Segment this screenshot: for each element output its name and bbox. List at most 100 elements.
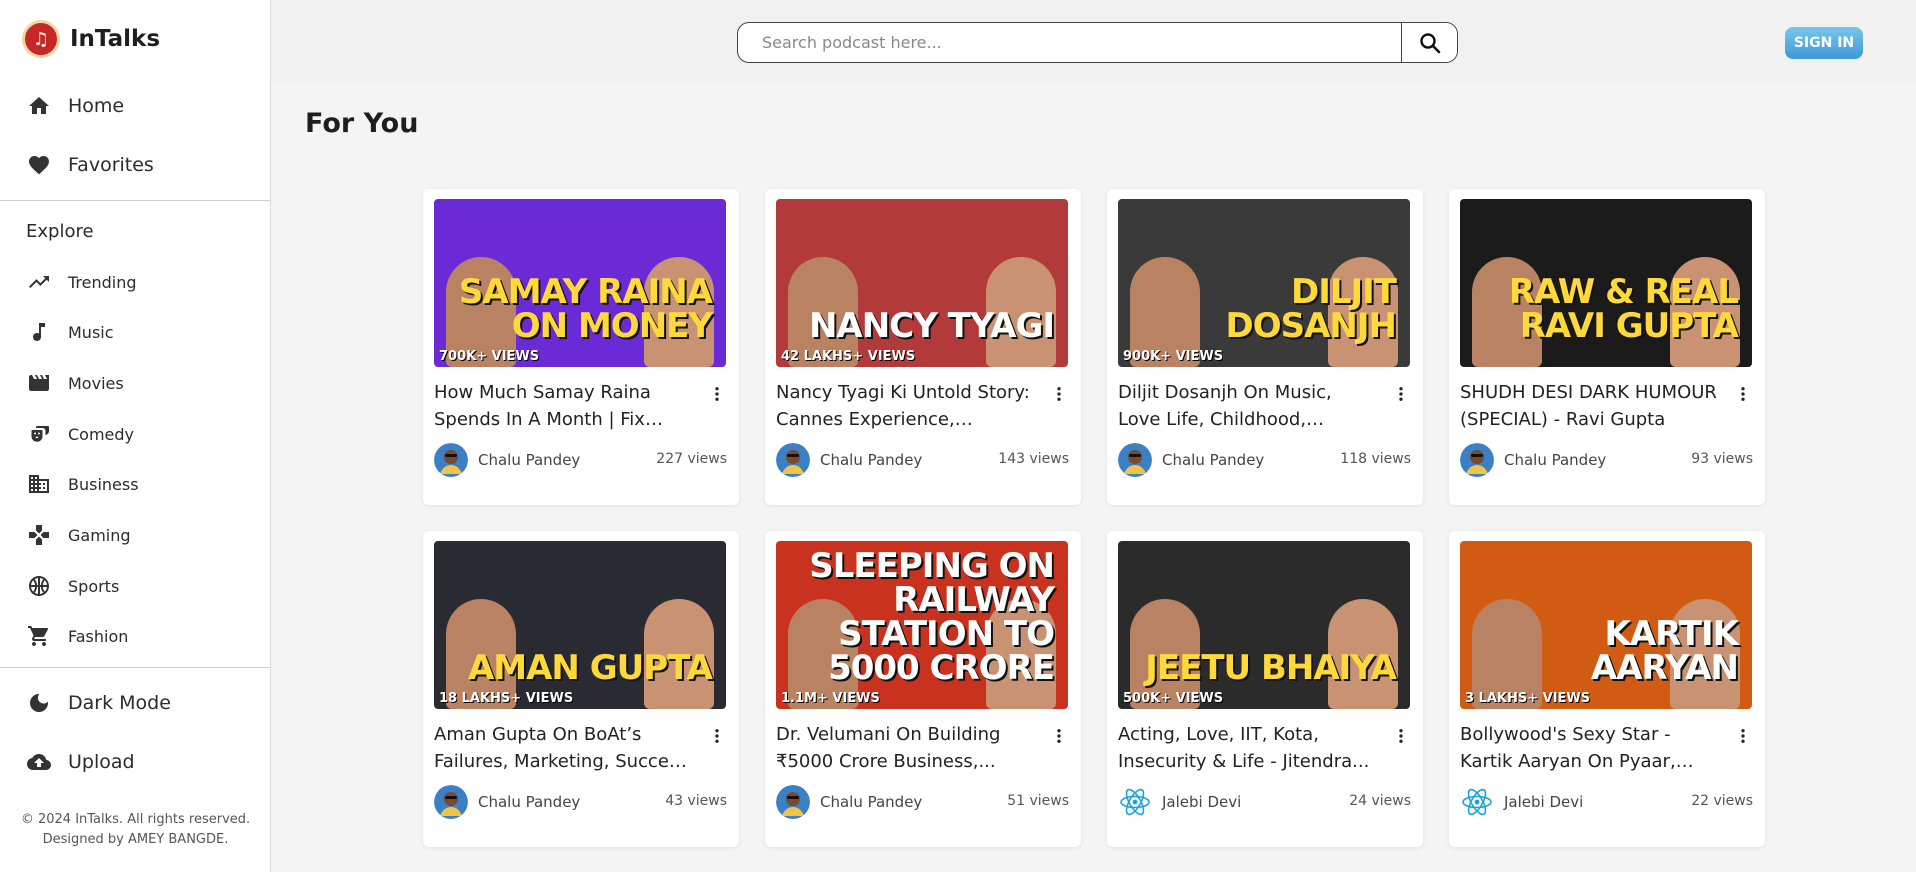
podcast-title[interactable]: Bollywood's Sexy Star - Kartik Aaryan On… [1460,721,1720,775]
more-vert-icon [1057,729,1061,743]
podcast-card[interactable]: KARTIK AARYAN 3 LAKHS+ VIEWS Bollywood's S… [1449,531,1765,847]
podcast-card[interactable]: JEETU BHAIYA 500K+ VIEWS Acting, Love, IIT… [1107,531,1423,847]
divider [0,200,271,201]
more-options-button[interactable] [1734,727,1752,745]
sidebar-item-sports[interactable]: Sports [26,573,119,599]
podcast-card[interactable]: SLEEPING ON RAILWAY STATION TO 5000 CROR… [765,531,1081,847]
avatar [434,785,468,819]
thumbnail-caption: DILJIT DOSANJH [1225,272,1398,346]
explore-heading: Explore [26,221,94,242]
music-note-icon [26,319,52,345]
gamepad-icon [26,522,52,548]
podcast-thumbnail[interactable]: RAW & REAL RAVI GUPTA [1460,199,1752,367]
thumbnail-views-badge: 18 LAKHS+ VIEWS [439,691,574,706]
author-name: Chalu Pandey [820,451,923,469]
more-vert-icon [1741,729,1745,743]
podcast-title[interactable]: Aman Gupta On BoAt’s Failures, Marketing… [434,721,694,775]
podcast-thumbnail[interactable]: SLEEPING ON RAILWAY STATION TO 5000 CROR… [776,541,1068,709]
sidebar-item-label: Favorites [68,154,154,176]
podcast-card[interactable]: SAMAY RAINA ON MONEY 700K+ VIEWS How Much … [423,189,739,505]
sidebar-item-label: Music [68,322,114,342]
author[interactable]: Chalu Pandey [776,443,922,477]
avatar [776,785,810,819]
sidebar-item-label: Comedy [68,424,135,444]
more-options-button[interactable] [708,727,726,745]
author[interactable]: Chalu Pandey [1118,443,1264,477]
author[interactable]: Chalu Pandey [434,785,580,819]
sidebar-item-label: Trending [68,272,137,292]
podcast-thumbnail[interactable]: KARTIK AARYAN 3 LAKHS+ VIEWS [1460,541,1752,709]
author[interactable]: Chalu Pandey [434,443,580,477]
thumbnail-views-badge: 1.1M+ VIEWS [781,691,880,706]
sidebar-item-upload[interactable]: Upload [26,749,135,775]
sidebar-item-movies[interactable]: Movies [26,370,124,396]
building-icon [26,471,52,497]
podcast-thumbnail[interactable]: NANCY TYAGI 42 LAKHS+ VIEWS [776,199,1068,367]
more-options-button[interactable] [1050,727,1068,745]
sidebar-item-label: Home [68,95,125,117]
podcast-thumbnail[interactable]: AMAN GUPTA 18 LAKHS+ VIEWS [434,541,726,709]
podcast-thumbnail[interactable]: JEETU BHAIYA 500K+ VIEWS [1118,541,1410,709]
thumbnail-caption: AMAN GUPTA [467,648,713,688]
podcast-card[interactable]: NANCY TYAGI 42 LAKHS+ VIEWS Nancy Tyagi Ki… [765,189,1081,505]
podcast-thumbnail[interactable]: SAMAY RAINA ON MONEY 700K+ VIEWS [434,199,726,367]
podcast-title[interactable]: How Much Samay Raina Spends In A Month |… [434,379,694,433]
avatar [1460,785,1494,819]
sidebar-item-music[interactable]: Music [26,319,114,345]
author[interactable]: Chalu Pandey [1460,443,1606,477]
author[interactable]: Jalebi Devi [1460,785,1583,819]
podcast-card[interactable]: DILJIT DOSANJH 900K+ VIEWS Diljit Dosanjh … [1107,189,1423,505]
podcast-thumbnail[interactable]: DILJIT DOSANJH 900K+ VIEWS [1118,199,1410,367]
search-bar [737,22,1458,63]
sidebar-item-gaming[interactable]: Gaming [26,522,131,548]
sidebar-item-home[interactable]: Home [26,93,124,119]
comedy-masks-icon [26,421,52,447]
more-options-button[interactable] [1050,385,1068,403]
author-name: Jalebi Devi [1504,793,1584,811]
footer: © 2024 InTalks. All rights reserved. Des… [0,810,271,850]
sidebar-item-label: Business [68,474,139,494]
cart-icon [26,623,52,649]
podcast-card[interactable]: AMAN GUPTA 18 LAKHS+ VIEWS Aman Gupta On B… [423,531,739,847]
author-name: Chalu Pandey [1162,451,1265,469]
more-options-button[interactable] [1392,727,1410,745]
author[interactable]: Jalebi Devi [1118,785,1241,819]
avatar [1118,443,1152,477]
thumbnail-caption: KARTIK AARYAN [1590,614,1739,688]
sign-in-button[interactable]: SIGN IN [1785,27,1863,59]
thumbnail-views-badge: 3 LAKHS+ VIEWS [1465,691,1591,706]
sidebar-item-fashion[interactable]: Fashion [26,623,128,649]
more-options-button[interactable] [708,385,726,403]
sidebar-item-comedy[interactable]: Comedy [26,421,134,447]
author-name: Chalu Pandey [478,793,581,811]
app-logo[interactable]: ♫ InTalks [22,20,160,58]
view-count: 24 views [1349,793,1411,809]
podcast-title[interactable]: Acting, Love, IIT, Kota, Insecurity & Li… [1118,721,1378,775]
author-name: Chalu Pandey [478,451,581,469]
sidebar-item-favorites[interactable]: Favorites [26,152,154,178]
podcast-card[interactable]: RAW & REAL RAVI GUPTA SHUDH DESI DARK HUM… [1449,189,1765,505]
author[interactable]: Chalu Pandey [776,785,922,819]
moon-icon [26,690,52,716]
thumbnail-views-badge: 700K+ VIEWS [439,349,540,364]
avatar [434,443,468,477]
thumbnail-caption: NANCY TYAGI [808,306,1055,346]
avatar [1460,443,1494,477]
logo-icon: ♫ [22,20,60,58]
view-count: 143 views [998,451,1069,467]
podcast-title[interactable]: Nancy Tyagi Ki Untold Story: Cannes Expe… [776,379,1036,433]
sidebar-item-trending[interactable]: Trending [26,269,137,295]
sidebar-item-business[interactable]: Business [26,471,139,497]
podcast-title[interactable]: Dr. Velumani On Building ₹5000 Crore Bus… [776,721,1036,775]
more-vert-icon [1399,387,1403,401]
search-input[interactable] [738,23,1401,62]
podcast-title[interactable]: Diljit Dosanjh On Music, Love Life, Chil… [1118,379,1378,433]
sidebar-item-label: Fashion [68,626,129,646]
sidebar-item-label: Sports [68,576,120,596]
more-options-button[interactable] [1734,385,1752,403]
search-button[interactable] [1401,23,1457,62]
view-count: 93 views [1691,451,1753,467]
podcast-title[interactable]: SHUDH DESI DARK HUMOUR (SPECIAL) - Ravi … [1460,379,1720,433]
more-options-button[interactable] [1392,385,1410,403]
sidebar-item-dark-mode[interactable]: Dark Mode [26,690,171,716]
